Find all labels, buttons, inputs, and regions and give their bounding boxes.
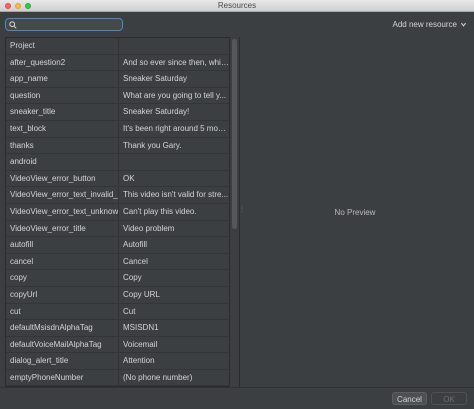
resource-value-cell: Sneaker Saturday! <box>123 107 190 117</box>
table-row[interactable]: cut Cut <box>6 303 229 321</box>
resource-name-cell: VideoView_error_title <box>6 220 119 237</box>
resource-name-cell: autofill <box>6 237 119 253</box>
table-row[interactable]: thanks Thank you Gary. <box>6 137 229 155</box>
resource-name-cell: copy <box>6 270 119 286</box>
resource-value-cell: MSISDN1 <box>123 323 159 333</box>
resource-name-cell: question <box>6 87 119 104</box>
window-title: Resources <box>217 1 257 10</box>
resource-value-cell: Cancel <box>123 256 148 266</box>
table-row[interactable]: cancel Cancel <box>6 253 229 271</box>
resource-name-cell: copyUrl <box>6 286 119 303</box>
resource-name-cell: VideoView_error_button <box>6 170 119 187</box>
dialog-footer: Cancel OK <box>0 387 474 409</box>
table-row[interactable]: defaultVoiceMailAlphaTag Voicemail <box>6 336 229 354</box>
table-row[interactable]: after_question2 And so ever since then, w… <box>6 54 229 72</box>
resource-name-cell: emptyPhoneNumber <box>6 369 119 386</box>
search-icon <box>9 20 17 29</box>
toolbar: Add new resource <box>0 12 474 37</box>
maximize-window-button[interactable] <box>25 3 31 9</box>
resource-value-cell: Cut <box>123 306 136 316</box>
ok-button[interactable]: OK <box>431 392 467 405</box>
resource-value-cell <box>119 38 229 54</box>
table-row[interactable]: dialog_alert_title Attention <box>6 353 229 370</box>
window-controls <box>5 3 31 9</box>
table-row[interactable]: VideoView_error_button OK <box>6 170 229 188</box>
add-new-resource-label: Add new resource <box>392 20 457 29</box>
table-group-row[interactable]: Project <box>6 38 229 55</box>
resource-value-cell: Video problem <box>123 223 175 233</box>
resource-value-cell: Voicemail <box>123 339 158 349</box>
resource-value-cell: OK <box>123 173 135 183</box>
table-row[interactable]: VideoView_error_text_unknown Can't play t… <box>6 203 229 221</box>
search-input[interactable] <box>19 19 119 30</box>
chevron-down-icon <box>460 22 467 27</box>
resource-value-cell: It's been right around 5 mon... <box>123 123 229 133</box>
resource-name-cell: thanks <box>6 137 119 154</box>
minimize-window-button[interactable] <box>15 3 21 9</box>
table-row[interactable]: emptyPhoneNumber (No phone number) <box>6 369 229 386</box>
resource-name-cell: dialog_alert_title <box>6 353 119 369</box>
resource-name-cell: text_block <box>6 120 119 137</box>
resource-value-cell: Sneaker Saturday <box>123 74 188 84</box>
resource-value-cell <box>119 154 229 170</box>
resource-name-cell: cancel <box>6 253 119 270</box>
table-row[interactable]: sneaker_title Sneaker Saturday! <box>6 104 229 121</box>
table-row[interactable]: app_name Sneaker Saturday <box>6 71 229 88</box>
table-row[interactable]: VideoView_error_title Video problem <box>6 220 229 238</box>
close-window-button[interactable] <box>5 3 11 9</box>
table-row[interactable]: copy Copy <box>6 270 229 287</box>
resource-name-cell: app_name <box>6 71 119 87</box>
resource-name-cell: android <box>6 154 119 170</box>
resource-value-cell: And so ever since then, whil... <box>123 57 229 67</box>
preview-panel: No Preview <box>241 37 469 387</box>
table-row[interactable]: question What are you going to tell y... <box>6 87 229 105</box>
table-scrollbar[interactable] <box>232 39 237 229</box>
resource-name-cell: VideoView_error_text_invalid_pro <box>6 187 119 203</box>
resource-value-cell: Autofill <box>123 240 148 250</box>
resource-value-cell: Copy URL <box>123 289 160 299</box>
resource-table[interactable]: Project after_question2 And so ever since … <box>5 37 230 387</box>
table-row[interactable]: copyUrl Copy URL <box>6 286 229 304</box>
resource-name-cell: cut <box>6 303 119 320</box>
table-row[interactable]: VideoView_error_text_invalid_pro This vid… <box>6 187 229 204</box>
resource-value-cell: What are you going to tell y... <box>123 90 227 100</box>
resource-value-cell: Copy <box>123 273 142 283</box>
resource-name-cell: sneaker_title <box>6 104 119 120</box>
resource-value-cell: (No phone number) <box>123 372 193 382</box>
resource-value-cell: This video isn't valid for stre... <box>123 190 229 200</box>
table-row[interactable]: text_block It's been right around 5 mon..… <box>6 120 229 138</box>
search-box[interactable] <box>5 18 123 31</box>
add-new-resource-dropdown[interactable]: Add new resource <box>393 20 467 29</box>
table-row[interactable]: autofill Autofill <box>6 237 229 254</box>
resource-value-cell: Thank you Gary. <box>123 140 182 150</box>
resource-value-cell: Can't play this video. <box>123 206 197 216</box>
resource-name-cell: Project <box>6 38 119 54</box>
cancel-button[interactable]: Cancel <box>392 392 427 405</box>
resource-name-cell: defaultVoiceMailAlphaTag <box>6 336 119 353</box>
resource-name-cell: VideoView_error_text_unknown <box>6 203 119 220</box>
no-preview-text: No Preview <box>334 207 376 217</box>
resource-value-cell: Attention <box>123 356 155 366</box>
table-group-row[interactable]: android <box>6 154 229 171</box>
resource-name-cell: defaultMsisdnAlphaTag <box>6 320 119 336</box>
window-titlebar: Resources <box>0 0 474 12</box>
resource-name-cell: after_question2 <box>6 54 119 71</box>
table-row[interactable]: defaultMsisdnAlphaTag MSISDN1 <box>6 320 229 337</box>
